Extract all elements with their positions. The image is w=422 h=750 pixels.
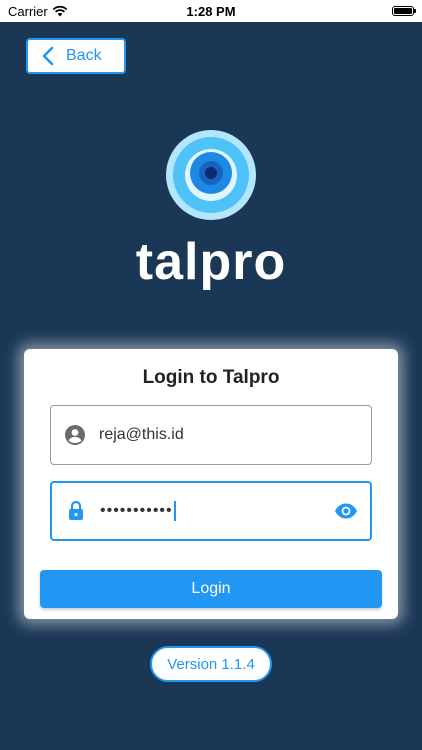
back-button[interactable]: Back: [26, 38, 126, 74]
carrier-label: Carrier: [8, 3, 48, 19]
login-title: Login to Talpro: [142, 367, 280, 388]
brand-name: talpro: [135, 233, 287, 291]
back-label: Back: [66, 47, 102, 64]
email-value: reja@this.id: [99, 426, 184, 443]
status-bar: Carrier 1:28 PM: [0, 0, 422, 22]
password-value: •••••••••••: [100, 501, 334, 521]
version-badge: Version 1.1.4: [150, 646, 272, 682]
battery-icon: [392, 6, 416, 16]
wifi-icon: [52, 5, 68, 17]
lock-icon: [69, 500, 83, 520]
text-caret: [173, 501, 176, 521]
account-circle-icon: [65, 425, 85, 445]
password-dots: •••••••••••: [100, 502, 173, 520]
talpro-logo: [166, 130, 256, 220]
chevron-left-icon: [42, 46, 54, 66]
login-card: Login to Talpro reja@this.id •••••••••••…: [24, 349, 398, 619]
login-button[interactable]: Login: [40, 570, 382, 608]
password-field[interactable]: •••••••••••: [50, 481, 372, 541]
eye-icon[interactable]: [334, 499, 358, 523]
email-field[interactable]: reja@this.id: [50, 405, 372, 465]
status-left: Carrier: [8, 4, 68, 19]
